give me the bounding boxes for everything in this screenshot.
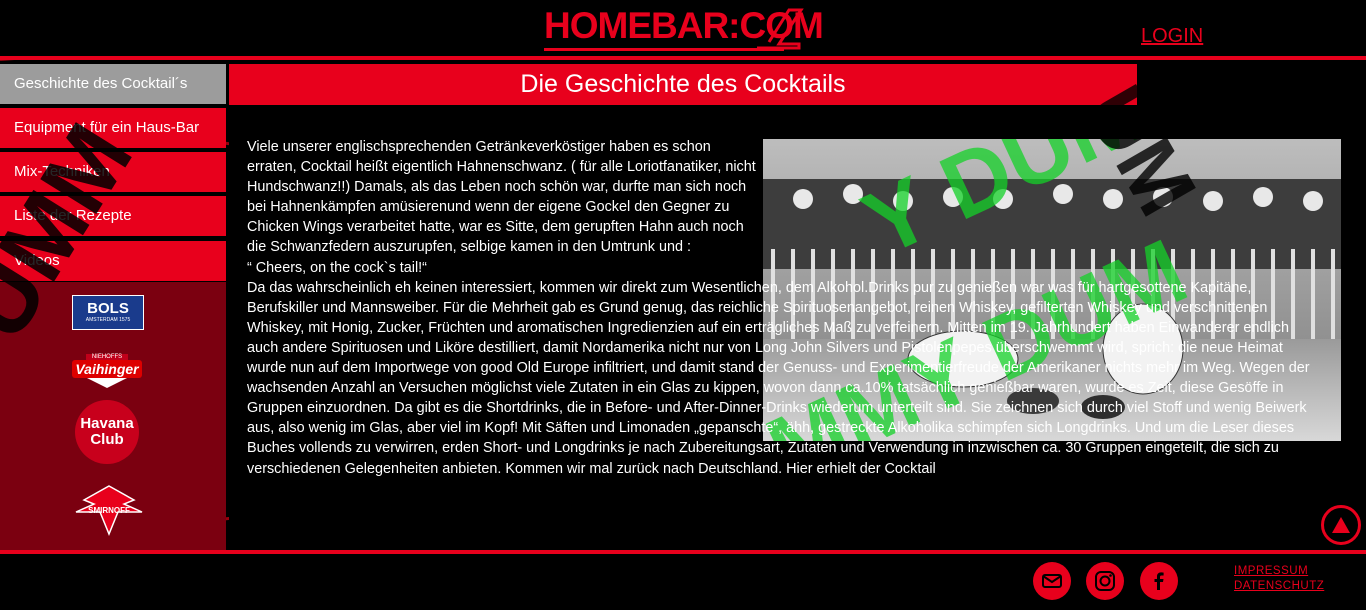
vaihinger-chevron-icon	[87, 378, 127, 388]
smirnoff-logo-text: SMIRNOFF	[88, 505, 130, 515]
scroll-to-top-button[interactable]	[1321, 505, 1361, 545]
bols-logo[interactable]: BOLS AMSTERDAM 1575	[72, 295, 144, 330]
article-text: Viele unserer englischsprechenden Geträn…	[247, 137, 1317, 479]
havana-club-logo[interactable]: Havana Club	[75, 400, 139, 464]
datenschutz-link[interactable]: DATENSCHUTZ	[1234, 580, 1324, 592]
sidebar-item-rezepte[interactable]: Liste der Rezepte	[0, 196, 226, 236]
instagram-icon[interactable]	[1086, 562, 1124, 600]
bols-logo-text: BOLS	[87, 300, 129, 317]
mail-icon-graphic	[1042, 574, 1062, 588]
arrow-up-icon	[1332, 517, 1350, 533]
header: HOMEBAR:COM LOGIN	[0, 0, 1366, 56]
sidebar-item-mix-techniken[interactable]: Mix-Techniken	[0, 152, 226, 192]
smirnoff-logo[interactable]: SMIRNOFF	[74, 482, 144, 538]
instagram-icon-graphic	[1095, 571, 1115, 591]
article-paragraph-intro: Viele unserer englischsprechenden Geträn…	[247, 139, 756, 256]
havana-club-logo-text: Havana Club	[80, 415, 134, 448]
bols-logo-subtext: AMSTERDAM 1575	[85, 317, 131, 323]
vaihinger-logo[interactable]: NIEHOFFS Vaihinger	[72, 350, 142, 392]
article-body: Da das wahrscheinlich eh keinen interess…	[247, 278, 1317, 479]
logo-flag-icon	[757, 8, 804, 50]
brand-panel: BOLS AMSTERDAM 1575 NIEHOFFS Vaihinger H…	[0, 282, 226, 550]
sidebar-item-geschichte[interactable]: Geschichte des Cocktail´s	[0, 64, 226, 104]
login-link[interactable]: LOGIN	[1141, 25, 1203, 48]
page-title: Die Geschichte des Cocktails	[229, 64, 1137, 105]
main-content: Y DUMM MMY DUM Viele unserer englischspr…	[229, 105, 1366, 550]
article-paragraph-main-text: Da das wahrscheinlich eh keinen interess…	[247, 279, 1310, 477]
article-paragraph-main: Da das wahrscheinlich eh keinen interess…	[247, 278, 1317, 479]
facebook-icon-graphic	[1154, 572, 1164, 590]
article-quote: “ Cheers, on the cock`s tail!“	[247, 259, 427, 276]
header-divider	[0, 56, 1366, 60]
logo-underline	[544, 48, 784, 51]
sidebar-item-equipment[interactable]: Equipment für ein Haus-Bar	[0, 108, 226, 148]
mail-icon[interactable]	[1033, 562, 1071, 600]
sidebar: Geschichte des Cocktail´s Equipment für …	[0, 64, 226, 550]
vaihinger-logo-text: Vaihinger	[72, 360, 142, 378]
sidebar-item-videos[interactable]: Videos	[0, 241, 226, 281]
facebook-icon[interactable]	[1140, 562, 1178, 600]
impressum-link[interactable]: IMPRESSUM	[1234, 565, 1308, 577]
